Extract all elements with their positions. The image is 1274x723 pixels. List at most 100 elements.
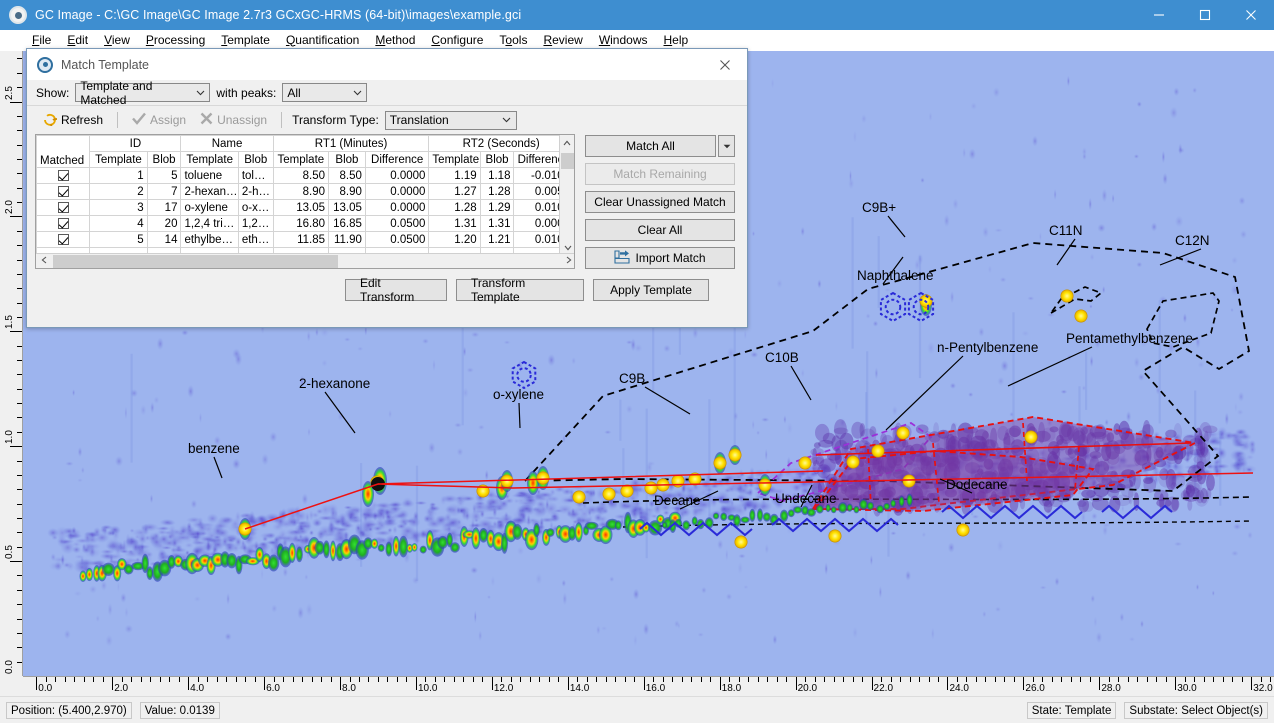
template-peak-marker[interactable] [537, 472, 549, 484]
close-icon[interactable] [1228, 0, 1274, 30]
cell-name-template[interactable]: o-xylene [181, 200, 238, 216]
cell-rt2-template[interactable]: 1.27 [429, 184, 480, 200]
cell-rt1-blob[interactable]: 16.85 [329, 216, 366, 232]
table-subheader-template[interactable]: Template [429, 152, 480, 168]
assign-button[interactable]: Assign [128, 110, 190, 130]
template-peak-marker[interactable] [621, 485, 633, 497]
match-template-dialog[interactable]: Match Template Show: Template and Matche… [26, 48, 748, 328]
table-subheader-blob[interactable]: Blob [480, 152, 514, 168]
table-horizontal-scrollbar[interactable] [36, 253, 575, 268]
scroll-right-icon[interactable] [561, 256, 575, 266]
checkbox-icon[interactable] [58, 202, 69, 213]
cell-rt2-blob[interactable]: 1.21 [480, 232, 514, 248]
template-peak-marker[interactable] [759, 479, 771, 491]
cell-name-template[interactable]: 1,2,4 tri… [181, 216, 238, 232]
cell-rt2-blob[interactable]: 1.18 [480, 168, 514, 184]
table-row[interactable]: 514ethylbe…eth…11.8511.900.05001.201.210… [37, 232, 574, 248]
template-peak-marker[interactable] [573, 491, 585, 503]
match-all-button[interactable]: Match All [585, 135, 716, 157]
detected-blob[interactable] [831, 506, 837, 513]
dialog-close-icon[interactable] [703, 49, 747, 80]
cell-rt1-template[interactable]: 11.85 [273, 232, 328, 248]
detected-blob[interactable] [330, 541, 336, 562]
cell-name-blob[interactable]: 2-h… [238, 184, 273, 200]
cell-rt1-diff[interactable]: 0.0500 [365, 232, 429, 248]
detected-blob[interactable] [763, 512, 771, 521]
cell-rt1-diff[interactable]: 0.0000 [365, 184, 429, 200]
detected-blob[interactable] [847, 504, 853, 512]
edit-transform-button[interactable]: Edit Transform [345, 279, 447, 301]
cell-rt1-blob[interactable]: 8.90 [329, 184, 366, 200]
template-peak-marker[interactable] [714, 457, 726, 469]
template-peak-marker[interactable] [957, 524, 969, 536]
cell-rt2-template[interactable]: 1.19 [429, 168, 480, 184]
match-table[interactable]: MatchedIDNameRT1 (Minutes)RT2 (Seconds)T… [35, 134, 575, 269]
table-subheader-blob[interactable]: Blob [329, 152, 366, 168]
cell-rt1-template[interactable]: 8.90 [273, 184, 328, 200]
cell-id-blob[interactable]: 14 [147, 232, 181, 248]
detected-blob[interactable] [437, 536, 448, 549]
detected-blob[interactable] [838, 502, 848, 513]
detected-blob[interactable] [662, 522, 667, 529]
table-header-matched[interactable]: Matched [37, 136, 90, 168]
cell-name-blob[interactable]: o-x… [238, 200, 273, 216]
cell-id-blob[interactable]: 20 [147, 216, 181, 232]
detected-blob[interactable] [713, 513, 719, 520]
template-peak-marker[interactable] [829, 530, 841, 542]
table-subheader-template[interactable]: Template [90, 152, 147, 168]
detected-blob[interactable] [450, 542, 460, 553]
cell-rt1-diff[interactable]: 0.0000 [365, 168, 429, 184]
cell-rt1-diff[interactable]: 0.0000 [365, 200, 429, 216]
template-peak-marker[interactable] [872, 445, 884, 457]
refresh-button[interactable]: Refresh [39, 110, 107, 131]
template-peak-marker[interactable] [847, 456, 859, 468]
cell-name-blob[interactable]: 1,2… [238, 216, 273, 232]
unassign-button[interactable]: Unassign [196, 110, 271, 130]
cell-rt1-blob[interactable]: 11.90 [329, 232, 366, 248]
detected-blob[interactable] [682, 520, 690, 530]
table-row[interactable]: 272-hexan…2-h…8.908.900.00001.271.280.00… [37, 184, 574, 200]
detected-blob[interactable] [420, 546, 427, 554]
template-peak-marker[interactable] [897, 427, 909, 439]
transform-template-button[interactable]: Transform Template [456, 279, 584, 301]
clear-unassigned-match-button[interactable]: Clear Unassigned Match [585, 191, 735, 213]
table-subheader-blob[interactable]: Blob [147, 152, 181, 168]
detected-blob[interactable] [575, 522, 583, 542]
detected-blob[interactable] [378, 544, 385, 552]
template-peak-marker[interactable] [799, 457, 811, 469]
with-peaks-dropdown[interactable]: All [282, 83, 367, 102]
detected-blob[interactable] [80, 571, 87, 582]
cell-id-template[interactable]: 5 [90, 232, 147, 248]
table-subheader-blob[interactable]: Blob [238, 152, 273, 168]
maximize-icon[interactable] [1182, 0, 1228, 30]
checkbox-icon[interactable] [58, 218, 69, 229]
table-header-name[interactable]: Name [181, 136, 273, 152]
detected-blob[interactable] [867, 502, 874, 511]
template-peak-marker[interactable] [603, 488, 615, 500]
cell-id-template[interactable]: 2 [90, 184, 147, 200]
template-peak-marker[interactable] [1075, 310, 1087, 322]
detected-blob[interactable] [720, 512, 727, 521]
detected-blob[interactable] [289, 543, 296, 563]
matched-checkbox[interactable] [37, 216, 90, 232]
cell-id-template[interactable]: 3 [90, 200, 147, 216]
clear-all-button[interactable]: Clear All [585, 219, 735, 241]
detected-blob[interactable] [533, 523, 540, 537]
detected-blob[interactable] [412, 543, 418, 552]
cell-id-template[interactable]: 4 [90, 216, 147, 232]
table-vscroll-thumb[interactable] [561, 153, 574, 169]
detected-blob[interactable] [876, 505, 884, 514]
cell-rt2-template[interactable]: 1.28 [429, 200, 480, 216]
cell-id-blob[interactable]: 7 [147, 184, 181, 200]
checkbox-icon[interactable] [58, 234, 69, 245]
cell-rt2-blob[interactable]: 1.31 [480, 216, 514, 232]
template-peak-marker[interactable] [1061, 290, 1073, 302]
import-match-button[interactable]: Import Match [585, 247, 735, 269]
template-peak-marker[interactable] [903, 475, 915, 487]
detected-blob[interactable] [296, 547, 303, 563]
transform-type-dropdown[interactable]: Translation [385, 111, 517, 130]
cell-rt2-blob[interactable]: 1.28 [480, 184, 514, 200]
checkbox-icon[interactable] [58, 170, 69, 181]
matched-checkbox[interactable] [37, 232, 90, 248]
detected-blob[interactable] [102, 563, 115, 576]
